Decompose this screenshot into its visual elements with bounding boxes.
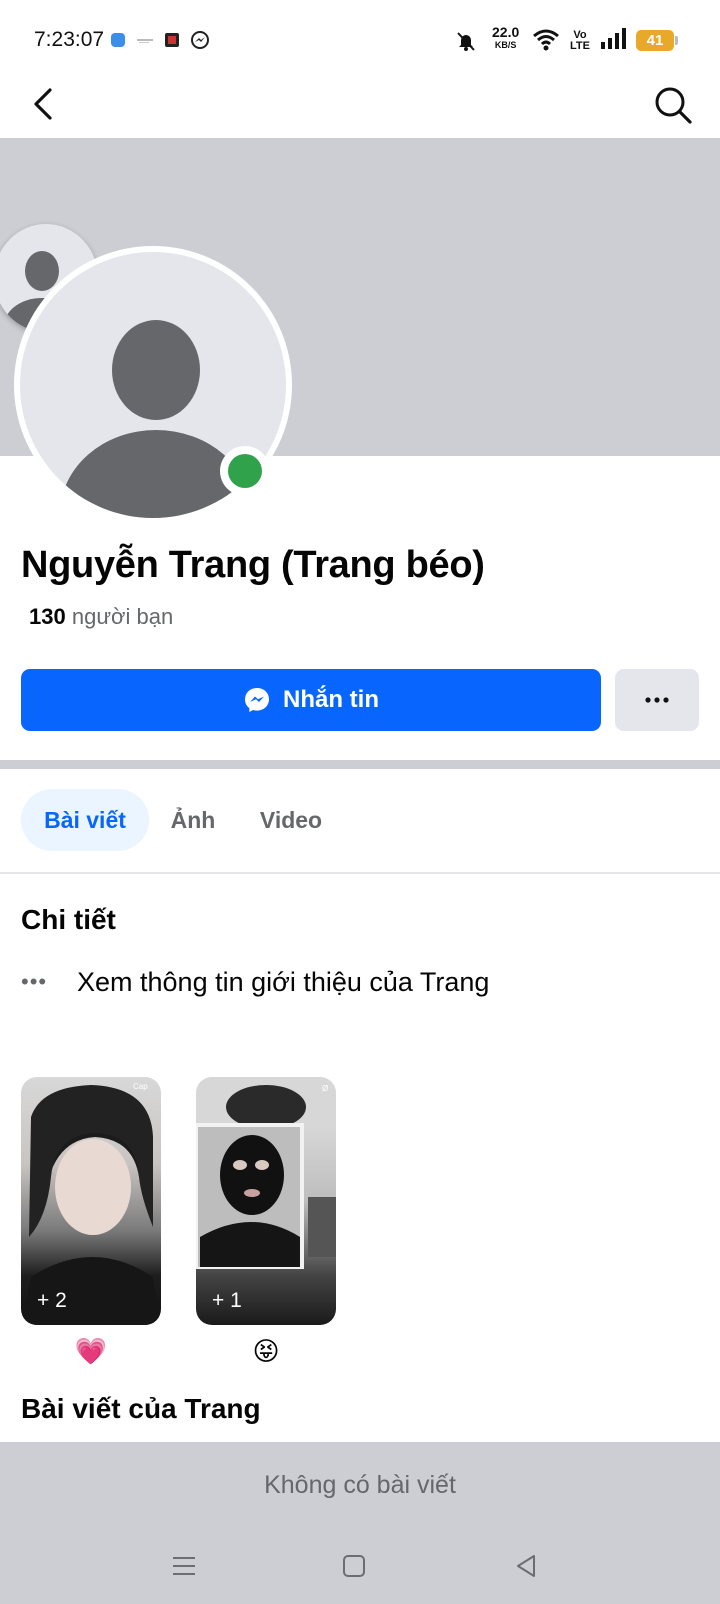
details-heading: Chi tiết [21, 904, 116, 935]
battery-indicator: 41 [636, 30, 678, 51]
story-emoji-tongue: 😝 [252, 1336, 280, 1366]
messenger-notification-icon [190, 30, 210, 50]
posts-heading: Bài viết của Trang [21, 1393, 261, 1424]
volte-indicator: Vo LTE [570, 29, 590, 52]
menu-lines-icon [173, 1557, 195, 1575]
status-time: 7:23:07 [34, 28, 105, 51]
home-square-icon [343, 1555, 365, 1577]
wifi-icon [532, 28, 560, 51]
profile-name: Nguyễn Trang (Trang béo) [21, 544, 485, 586]
back-triangle-icon [517, 1555, 535, 1577]
mini-app-icon [136, 30, 154, 50]
message-button[interactable]: Nhắn tin [21, 669, 601, 731]
story-thumbnail: Cap [21, 1082, 161, 1325]
network-speed: 22.0 KB/S [492, 24, 520, 52]
story-count: + 1 [212, 1289, 242, 1312]
network-speed-unit: KB/S [494, 40, 517, 50]
featured-story[interactable]: Ø + 1 [196, 1077, 336, 1325]
search-button[interactable] [652, 84, 694, 126]
tabs-divider [0, 872, 720, 874]
home-button[interactable] [338, 1550, 370, 1582]
back-button[interactable] [26, 84, 66, 124]
tab-posts[interactable]: Bài viết [21, 789, 149, 851]
back-arrow-icon [34, 88, 52, 120]
svg-text:Cap: Cap [133, 1082, 148, 1091]
intro-link-label: Xem thông tin giới thiệu của Trang [77, 966, 490, 997]
mute-bell-icon [455, 30, 477, 51]
intro-link[interactable]: ••• Xem thông tin giới thiệu của Trang [21, 964, 489, 1000]
status-bar: 7:23:07 22.0 KB/S Vo LTE 41 [0, 0, 720, 80]
more-options-button[interactable] [615, 669, 699, 731]
tab-photos[interactable]: Ảnh [161, 789, 225, 851]
messenger-icon [245, 688, 269, 712]
friends-count-label: người bạn [71, 604, 174, 629]
recent-apps-button[interactable] [168, 1550, 200, 1582]
empty-posts-message: Không có bài viết [0, 1442, 720, 1528]
system-navigation-bar [0, 1528, 720, 1604]
tab-videos[interactable]: Video [244, 789, 338, 851]
profile-tabs: Bài viết Ảnh Video [0, 789, 720, 853]
top-navigation [0, 80, 720, 138]
friends-count-number: 130 [29, 604, 66, 629]
friends-count[interactable]: 130 người bạn [29, 604, 173, 630]
network-speed-value: 22.0 [492, 24, 520, 40]
section-divider [0, 760, 720, 769]
message-button-label: Nhắn tin [283, 686, 379, 713]
story-emoji-heart: 💗 [74, 1336, 108, 1366]
featured-story[interactable]: Cap + 2 [21, 1077, 161, 1325]
more-dots-icon [645, 697, 669, 703]
gallery-notification-icon [164, 30, 180, 50]
system-back-button[interactable] [510, 1550, 542, 1582]
story-count: + 2 [37, 1289, 67, 1312]
story-thumbnail: Ø [196, 1077, 336, 1269]
app-notification-icon [110, 30, 126, 50]
more-dots-icon: ••• [21, 969, 48, 994]
signal-icon [600, 28, 628, 49]
online-status-indicator [220, 446, 270, 496]
svg-text:Ø: Ø [322, 1084, 328, 1093]
search-icon [655, 87, 692, 124]
